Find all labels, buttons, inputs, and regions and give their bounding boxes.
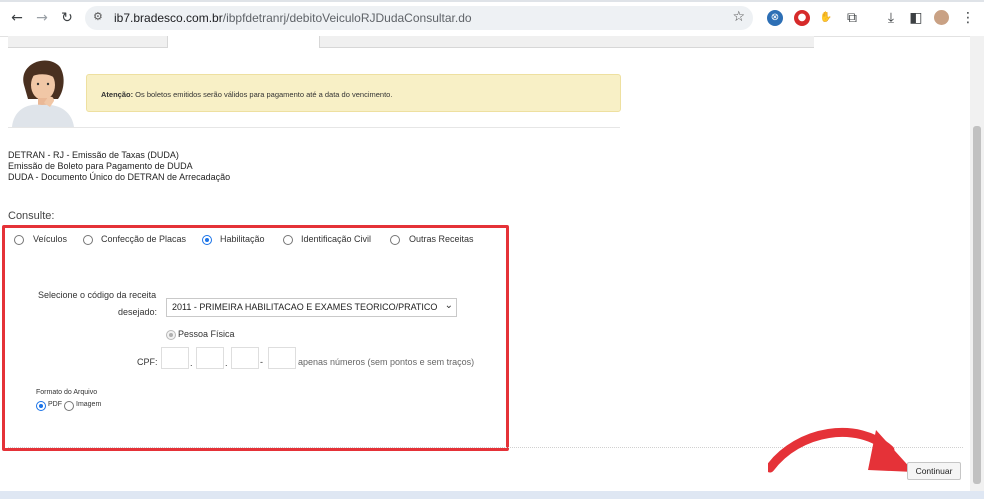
browser-toolbar: ← → ↻ ⚙ ib7.bradesco.com.br/ibpfdetranrj… (0, 0, 984, 37)
page-tab-active[interactable] (167, 36, 320, 48)
radio-outras-receitas[interactable] (390, 235, 400, 245)
notice-message: Os boletos emitidos serão válidos para p… (133, 90, 393, 99)
radio-label-confeccao-placas[interactable]: Confecção de Placas (101, 234, 186, 244)
taskbar-edge (0, 491, 984, 499)
pessoa-fisica-label: Pessoa Física (178, 329, 235, 339)
radio-identificacao-civil[interactable] (283, 235, 293, 245)
radio-pessoa-fisica (166, 330, 176, 340)
cpf-separator-3: - (260, 357, 263, 367)
back-icon[interactable]: ← (8, 9, 26, 27)
site-settings-icon[interactable]: ⚙ (93, 10, 107, 24)
receita-select[interactable]: 2011 - PRIMEIRA HABILITACAO E EXAMES TEO… (166, 298, 457, 317)
notice-text: Atenção: Os boletos emitidos serão válid… (101, 90, 392, 99)
menu-icon[interactable]: ⋮ (960, 9, 976, 27)
format-pdf-label[interactable]: PDF (48, 401, 62, 408)
radio-format-image[interactable] (64, 401, 74, 411)
url-host: ib7.bradesco.com.br (114, 11, 223, 25)
tab-strip-edge (0, 0, 984, 2)
reload-icon[interactable]: ↻ (58, 9, 76, 27)
receita-label-line-2: desejado: (118, 307, 158, 317)
radio-confeccao-placas[interactable] (83, 235, 93, 245)
radio-veiculos[interactable] (14, 235, 24, 245)
thinking-woman-illustration (12, 60, 74, 127)
extension-puzzle-icon[interactable]: ⧉ (844, 9, 860, 27)
page-tab-strip (8, 36, 814, 48)
cpf-hint: apenas números (sem pontos e sem traços) (298, 357, 475, 367)
url-path: /ibpfdetranrj/debitoVeiculoRJDudaConsult… (222, 11, 472, 25)
divider (8, 127, 620, 128)
radio-label-habilitacao[interactable]: Habilitação (220, 234, 265, 244)
attention-notice: Atenção: Os boletos emitidos serão válid… (86, 74, 621, 112)
profile-avatar[interactable] (934, 10, 949, 25)
intro-line-1: DETRAN - RJ - Emissão de Taxas (DUDA) (8, 150, 179, 160)
continue-button[interactable]: Continuar (907, 462, 961, 480)
radio-label-identificacao-civil[interactable]: Identificação Civil (301, 234, 371, 244)
address-url[interactable]: ib7.bradesco.com.br/ibpfdetranrj/debitoV… (114, 11, 472, 25)
download-icon[interactable]: ⤓ (883, 9, 899, 27)
chevron-down-icon: ⌄ (444, 300, 453, 311)
intro-line-3: DUDA - Documento Único do DETRAN de Arre… (8, 172, 231, 182)
cpf-separator-2: . (225, 358, 228, 368)
extension-blue-icon[interactable]: ⊗ (767, 10, 783, 26)
cpf-label: CPF: (137, 357, 158, 367)
side-panel-icon[interactable]: ◧ (908, 9, 924, 27)
intro-line-2: Emissão de Boleto para Pagamento de DUDA (8, 161, 193, 171)
cpf-field-1[interactable] (161, 347, 189, 369)
address-bar[interactable]: ⚙ ib7.bradesco.com.br/ibpfdetranrj/debit… (85, 6, 753, 30)
cpf-field-digits[interactable] (268, 347, 296, 369)
cpf-separator-1: . (190, 358, 193, 368)
notice-label: Atenção: (101, 90, 134, 99)
intro-text: DETRAN - RJ - Emissão de Taxas (DUDA) Em… (8, 150, 230, 183)
highlight-box (2, 225, 509, 451)
extension-red-icon[interactable]: ● (794, 10, 810, 26)
radio-label-outras-receitas[interactable]: Outras Receitas (409, 234, 474, 244)
receita-label-line-1: Selecione o código da receita (38, 290, 157, 300)
bookmark-star-icon[interactable]: ☆ (732, 9, 745, 25)
extension-hand-icon[interactable]: ✋ (818, 9, 834, 27)
scrollbar-thumb[interactable] (973, 126, 981, 484)
radio-label-veiculos[interactable]: Veículos (33, 234, 67, 244)
cpf-field-2[interactable] (196, 347, 224, 369)
format-label: Formato do Arquivo (36, 389, 98, 396)
radio-habilitacao[interactable] (202, 235, 212, 245)
forward-icon[interactable]: → (33, 9, 51, 27)
cpf-field-3[interactable] (231, 347, 259, 369)
page-scrollbar[interactable] (970, 36, 984, 491)
radio-format-pdf[interactable] (36, 401, 46, 411)
receita-select-value: 2011 - PRIMEIRA HABILITACAO E EXAMES TEO… (172, 302, 438, 312)
format-image-label[interactable]: Imagem (76, 401, 101, 408)
red-arrow-annotation (768, 427, 914, 473)
consulte-heading: Consulte: (8, 210, 55, 222)
